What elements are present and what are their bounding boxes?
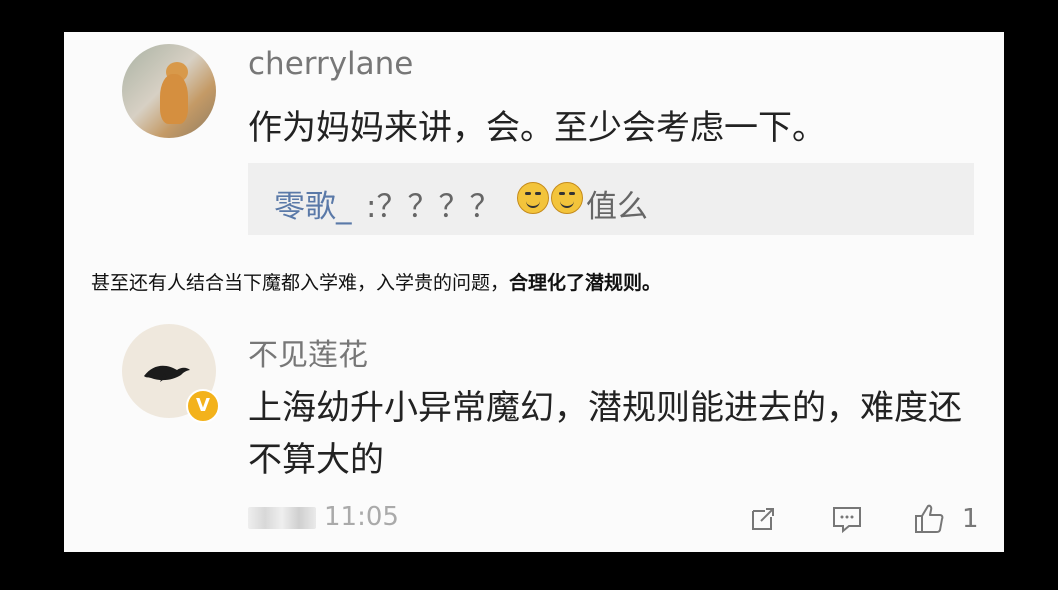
share-icon[interactable] [744, 500, 782, 538]
comment-panel: cherrylane 作为妈妈来讲，会。至少会考虑一下。 零歌_ :？？？？ 值… [64, 32, 1004, 552]
reply-preview[interactable]: 零歌_ :？？？？ 值么 [248, 163, 974, 235]
grin-emoji-icon [517, 182, 549, 214]
reply-username[interactable]: 零歌_ [274, 181, 352, 226]
comment-username[interactable]: cherrylane [248, 46, 413, 82]
reply-suffix: 值么 [586, 189, 648, 225]
article-caption: 甚至还有人结合当下魔都入学难，入学贵的问题，合理化了潜规则。 [91, 268, 661, 295]
comment-username[interactable]: 不见莲花 [248, 330, 368, 374]
comment-icon[interactable] [828, 500, 866, 538]
comment-text: 上海幼升小异常魔幻，潜规则能进去的，难度还不算大的 [248, 388, 962, 480]
thumbs-up-icon[interactable] [910, 500, 948, 538]
reply-text: :？？？？ [366, 189, 501, 225]
comment-time: 11:05 [324, 502, 399, 532]
comment-text: 作为妈妈来讲，会。至少会考虑一下。 [248, 108, 826, 148]
verified-badge-icon: V [186, 389, 220, 423]
like-count: 1 [962, 504, 979, 534]
bird-icon [144, 365, 190, 382]
grin-emoji-icon [551, 182, 583, 214]
caption-emphasis: 合理化了潜规则。 [509, 272, 662, 294]
user-avatar-cherrylane[interactable] [122, 44, 216, 138]
caption-prefix: 甚至还有人结合当下魔都入学难，入学贵的问题， [91, 272, 510, 294]
cat-body [160, 74, 188, 124]
blurred-meta-label [248, 507, 316, 529]
